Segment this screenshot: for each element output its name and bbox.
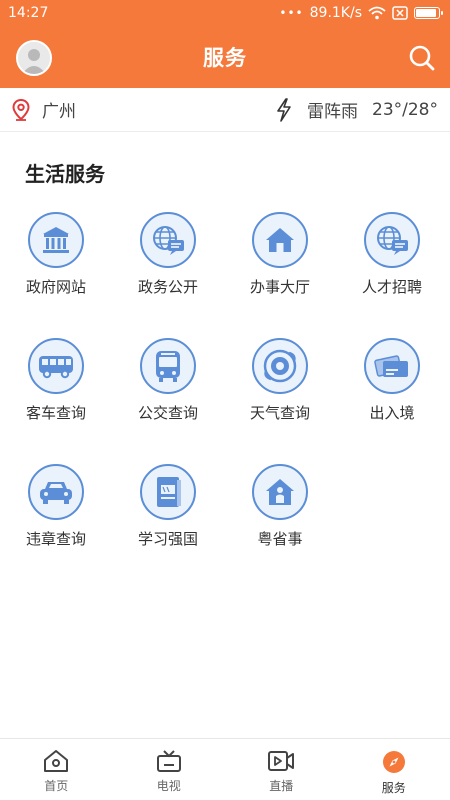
home-icon	[44, 750, 69, 772]
service-label: 违章查询	[25, 530, 86, 548]
tab-home[interactable]: 首页	[0, 739, 113, 800]
tab-tv[interactable]: 电视	[113, 739, 226, 800]
service-item[interactable]: 学习强国	[112, 464, 224, 549]
lightning-icon	[277, 97, 291, 122]
car-icon	[28, 464, 84, 520]
tab-label: 服务	[381, 781, 406, 795]
network-speed: 89.1K/s	[309, 5, 362, 21]
avatar-person-icon	[18, 42, 50, 74]
service-label: 天气查询	[249, 404, 310, 422]
status-time: 14:27	[8, 5, 49, 21]
service-item[interactable]: 政府网站	[0, 212, 112, 297]
service-item[interactable]: 公交查询	[112, 338, 224, 423]
location-pin-icon	[12, 98, 30, 121]
service-label: 人才招聘	[361, 278, 422, 296]
location-weather-bar: 广州 雷阵雨 23°/28°	[0, 88, 450, 132]
service-item[interactable]: 出入境	[336, 338, 448, 423]
service-item[interactable]: 违章查询	[0, 464, 112, 549]
user-avatar[interactable]	[16, 40, 52, 76]
weather-info: 雷阵雨 23°/28°	[275, 97, 438, 122]
globe-chat-icon	[364, 212, 420, 268]
weather-swirl-icon	[252, 338, 308, 394]
bottom-tab-bar: 首页 电视 直播 服务	[0, 738, 450, 800]
service-item[interactable]: 政务公开	[112, 212, 224, 297]
service-label: 粤省事	[257, 530, 303, 548]
tab-label: 直播	[269, 779, 294, 793]
wifi-icon	[368, 6, 386, 20]
id-cards-icon	[364, 338, 420, 394]
status-indicators: ••• 89.1K/s	[279, 5, 443, 21]
live-video-icon	[268, 751, 295, 771]
temperature-range: 23°/28°	[372, 99, 438, 120]
battery-icon	[414, 7, 443, 19]
service-label: 出入境	[369, 404, 415, 422]
service-label: 客车查询	[25, 404, 86, 422]
service-label: 办事大厅	[249, 278, 310, 296]
tab-services[interactable]: 服务	[338, 739, 450, 800]
title-bar: 服务	[0, 26, 450, 88]
house-icon	[252, 212, 308, 268]
service-item[interactable]: 人才招聘	[336, 212, 448, 297]
no-sim-icon	[392, 6, 408, 20]
compass-icon	[382, 751, 405, 773]
tab-label: 电视	[156, 779, 181, 793]
service-item[interactable]: 办事大厅	[224, 212, 336, 297]
service-label: 学习强国	[137, 530, 198, 548]
section-title: 生活服务	[25, 162, 105, 186]
page-title: 服务	[203, 46, 247, 70]
tab-live[interactable]: 直播	[225, 739, 338, 800]
top-header: 14:27 ••• 89.1K/s 服务	[0, 0, 450, 88]
study-book-icon	[140, 464, 196, 520]
service-item[interactable]: 客车查询	[0, 338, 112, 423]
service-item[interactable]: 粤省事	[224, 464, 336, 549]
search-icon[interactable]	[408, 44, 436, 72]
weather-condition: 雷阵雨	[307, 102, 358, 122]
tab-label: 首页	[44, 779, 69, 793]
city-bus-icon	[140, 338, 196, 394]
service-label: 政务公开	[137, 278, 198, 296]
location-selector[interactable]: 广州	[12, 97, 275, 122]
tv-icon	[156, 750, 181, 772]
service-label: 公交查询	[137, 404, 198, 422]
service-label: 政府网站	[25, 278, 86, 296]
globe-chat-icon	[140, 212, 196, 268]
person-house-icon	[252, 464, 308, 520]
city-name: 广州	[42, 102, 76, 122]
government-building-icon	[28, 212, 84, 268]
service-item[interactable]: 天气查询	[224, 338, 336, 423]
notification-dots: •••	[279, 6, 304, 20]
coach-bus-icon	[28, 338, 84, 394]
status-bar: 14:27 ••• 89.1K/s	[0, 0, 450, 26]
